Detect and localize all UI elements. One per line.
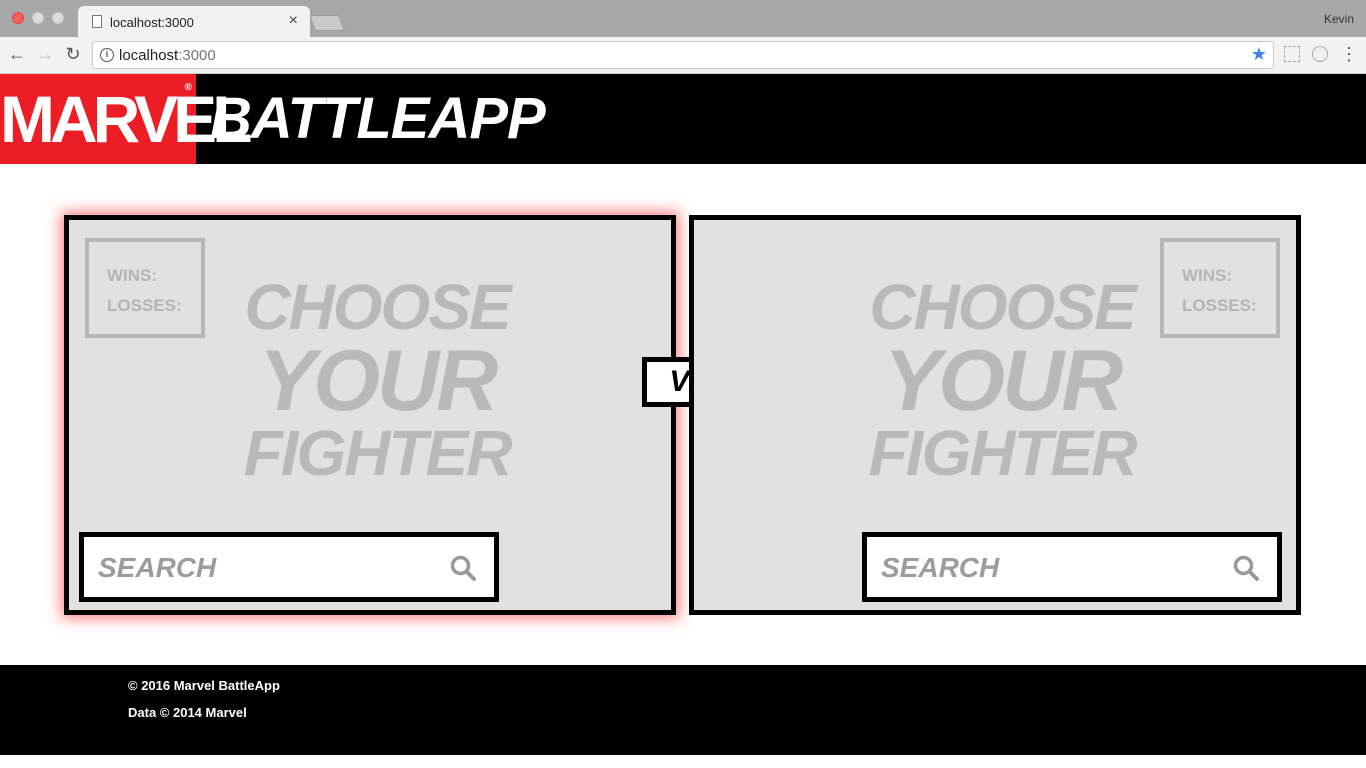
fighter-panel-right[interactable]: WINS: LOSSES: CHOOSE YOUR FIGHTER bbox=[689, 215, 1301, 615]
profile-name[interactable]: Kevin bbox=[1324, 12, 1354, 26]
info-icon[interactable]: i bbox=[100, 48, 114, 62]
tab-title: localhost:3000 bbox=[110, 15, 194, 30]
search-box[interactable] bbox=[79, 532, 499, 602]
reload-icon[interactable]: ↻ bbox=[62, 43, 84, 65]
fighter-panel-left[interactable]: WINS: LOSSES: CHOOSE YOUR FIGHTER bbox=[64, 215, 676, 615]
extension-circle-icon[interactable] bbox=[1312, 46, 1328, 62]
browser-menu-icon[interactable]: ⋮ bbox=[1340, 43, 1358, 65]
search-box[interactable] bbox=[862, 532, 1282, 602]
search-input[interactable] bbox=[879, 545, 1223, 591]
address-url[interactable]: localhost:3000 bbox=[119, 47, 216, 64]
marvel-logo[interactable]: MARVEL ® bbox=[0, 74, 252, 164]
losses-label: LOSSES: bbox=[107, 296, 182, 315]
url-host: localhost bbox=[119, 47, 179, 64]
footer: © 2016 Marvel BattleApp Data © 2014 Marv… bbox=[0, 665, 1366, 755]
search-icon[interactable] bbox=[450, 555, 476, 581]
url-port: :3000 bbox=[178, 47, 216, 64]
close-window-button[interactable] bbox=[12, 12, 24, 24]
tab-close-icon[interactable]: × bbox=[289, 12, 298, 30]
wins-label: WINS: bbox=[1182, 266, 1233, 285]
wins-label: WINS: bbox=[107, 266, 158, 285]
back-arrow-icon[interactable]: ← bbox=[6, 43, 28, 65]
choose-line-3: FIGHTER bbox=[868, 417, 1138, 489]
choose-line-1: CHOOSE bbox=[244, 271, 511, 343]
app-title: BATTLEAPP bbox=[210, 86, 546, 151]
browser-titlebar: localhost:3000 × Kevin bbox=[0, 0, 1366, 37]
extension-icon[interactable] bbox=[1284, 46, 1300, 62]
browser-toolbar: ← → ↻ i localhost:3000 ★ ⋮ bbox=[0, 37, 1366, 74]
registered-mark: ® bbox=[184, 82, 192, 93]
footer-copyright: © 2016 Marvel BattleApp bbox=[128, 678, 280, 693]
bookmark-star-icon[interactable]: ★ bbox=[1251, 44, 1267, 65]
address-bar[interactable]: i localhost:3000 ★ bbox=[92, 41, 1274, 69]
record-box: WINS: LOSSES: bbox=[1160, 238, 1280, 338]
record-box: WINS: LOSSES: bbox=[85, 238, 205, 338]
maximize-window-button[interactable] bbox=[52, 12, 64, 24]
app-header: MARVEL ® BATTLEAPP bbox=[0, 74, 1366, 164]
search-icon[interactable] bbox=[1233, 555, 1259, 581]
choose-line-2: YOUR bbox=[883, 333, 1123, 429]
new-tab-button[interactable] bbox=[309, 15, 345, 31]
losses-label: LOSSES: bbox=[1182, 296, 1257, 315]
choose-line-1: CHOOSE bbox=[869, 271, 1136, 343]
minimize-window-button[interactable] bbox=[32, 12, 44, 24]
footer-data-credit: Data © 2014 Marvel bbox=[128, 705, 247, 720]
forward-arrow-icon[interactable]: → bbox=[34, 43, 56, 65]
choose-line-2: YOUR bbox=[258, 333, 498, 429]
browser-tab[interactable]: localhost:3000 × bbox=[78, 6, 310, 37]
search-input[interactable] bbox=[96, 545, 440, 591]
choose-line-3: FIGHTER bbox=[243, 417, 513, 489]
page-icon bbox=[92, 15, 102, 28]
